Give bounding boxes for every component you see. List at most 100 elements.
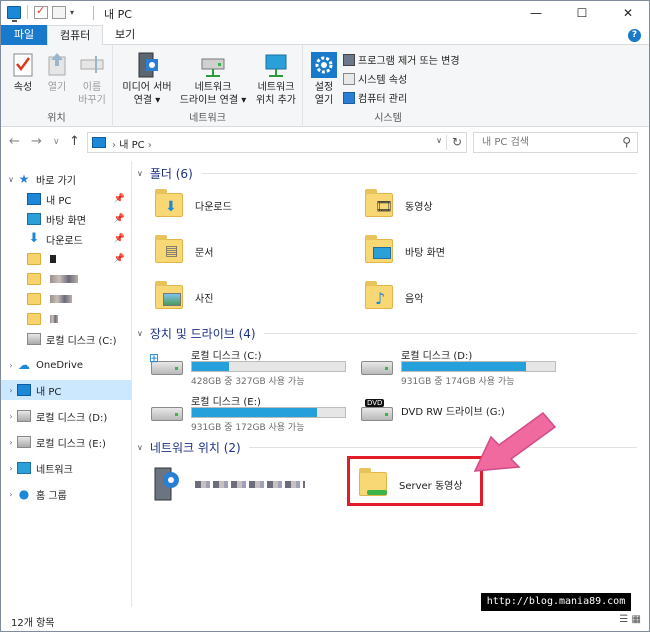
drive-item-c[interactable]: ⊞ 로컬 디스크 (C:) 428GB 중 327GB 사용 가능 — [149, 345, 346, 387]
folder-icon — [27, 293, 41, 305]
computer-management-button[interactable]: 컴퓨터 관리 — [343, 90, 407, 105]
open-settings-button[interactable]: 설정 열기 — [307, 51, 341, 107]
sidebar-item-disk-c[interactable]: 로컬 디스크 (C:) — [1, 329, 131, 349]
sidebar-item-folder[interactable] — [1, 269, 131, 289]
folder-item-music[interactable]: ♪ 음악 — [363, 277, 563, 317]
uninstall-label: 프로그램 제거 또는 변경 — [358, 56, 460, 67]
folder-icon — [27, 313, 41, 325]
back-arrow-icon[interactable]: ← — [9, 134, 20, 149]
network-drive-icon — [199, 51, 227, 79]
collapse-icon[interactable]: ∨ — [137, 443, 143, 452]
content-pane: ∨ 폴더 (6) ⬇ 다운로드 🎞 동영상 ▤ 문서 바탕 화면 사진 ♪ 음악 — [133, 157, 649, 607]
expand-icon[interactable]: › — [5, 361, 17, 370]
refresh-icon[interactable]: ↻ — [452, 135, 462, 149]
folder-icon — [27, 253, 41, 265]
sidebar-item-desktop[interactable]: 바탕 화면 📌 — [1, 209, 131, 229]
ribbon-group-system: 설정 열기 프로그램 제거 또는 변경 시스템 속성 컴퓨터 관리 시스템 — [303, 45, 473, 127]
programs-icon — [343, 53, 355, 66]
media-server-label-1: 미디어 서버 — [122, 82, 172, 93]
properties-label: 속성 — [13, 82, 33, 93]
search-box[interactable]: ⚲ — [473, 132, 638, 153]
expand-icon[interactable]: › — [5, 412, 17, 421]
minimize-button[interactable]: — — [513, 1, 559, 25]
highlight-box — [347, 456, 483, 506]
collapse-icon[interactable]: ∨ — [137, 329, 143, 338]
drive-item-d[interactable]: 로컬 디스크 (D:) 931GB 중 174GB 사용 가능 — [359, 345, 556, 387]
sidebar-item-disk-e[interactable]: › 로컬 디스크 (E:) — [1, 432, 131, 452]
uninstall-program-button[interactable]: 프로그램 제거 또는 변경 — [343, 52, 460, 67]
sidebar-item-downloads[interactable]: ⬇ 다운로드 📌 — [1, 229, 131, 249]
tab-view[interactable]: 보기 — [103, 25, 147, 45]
sidebar-item-folder[interactable] — [1, 309, 131, 329]
properties-icon[interactable] — [34, 4, 48, 19]
sidebar-item-onedrive[interactable]: › ☁ OneDrive — [1, 355, 131, 375]
expand-icon[interactable]: › — [5, 490, 17, 499]
sidebar-item-quick-access[interactable]: ∨ ★ 바로 가기 — [1, 169, 131, 189]
expand-icon[interactable]: › — [5, 438, 17, 447]
title-bar: ▾ 내 PC — ☐ ✕ — [1, 1, 649, 25]
maximize-button[interactable]: ☐ — [559, 1, 605, 25]
view-toggle-icons[interactable]: ☰ ▦ — [619, 614, 641, 625]
folder-item-desktop[interactable]: 바탕 화면 — [363, 231, 563, 271]
sidebar-item-disk-d[interactable]: › 로컬 디스크 (D:) — [1, 406, 131, 426]
up-arrow-icon[interactable]: ↑ — [69, 134, 80, 149]
recent-locations-icon[interactable]: ∨ — [53, 137, 60, 147]
sidebar-item-label: 바탕 화면 — [46, 215, 86, 227]
section-header-drives[interactable]: ∨ 장치 및 드라이브 (4) — [137, 325, 637, 342]
system-properties-icon — [343, 72, 355, 85]
breadcrumb[interactable]: › 내 PC › — [112, 136, 152, 151]
sidebar-item-folder[interactable] — [1, 289, 131, 309]
tab-computer[interactable]: 컴퓨터 — [47, 25, 104, 46]
folder-item-downloads[interactable]: ⬇ 다운로드 — [153, 185, 353, 225]
customize-qat-icon[interactable]: ▾ — [70, 8, 74, 17]
drive-item-e[interactable]: 로컬 디스크 (E:) 931GB 중 172GB 사용 가능 — [149, 391, 346, 433]
folder-item-pictures[interactable]: 사진 — [153, 277, 353, 317]
navigation-pane: ∨ ★ 바로 가기 내 PC 📌 바탕 화면 📌 ⬇ 다운로드 📌 📌 로컬 디… — [1, 161, 132, 607]
add-network-location-button[interactable]: 네트워크 위치 추가 — [251, 51, 301, 107]
pin-icon: 📌 — [113, 214, 125, 224]
address-bar[interactable]: › 내 PC › ∨ ↻ — [87, 132, 467, 153]
map-drive-button[interactable]: 네트워크 드라이브 연결 ▾ — [177, 51, 249, 107]
close-button[interactable]: ✕ — [605, 1, 650, 25]
forward-arrow-icon[interactable]: → — [31, 134, 42, 149]
search-input[interactable] — [482, 134, 612, 151]
sidebar-item-label: 다운로드 — [46, 235, 83, 247]
collapse-icon[interactable]: ∨ — [5, 175, 17, 184]
open-icon — [43, 51, 71, 79]
open-button[interactable]: 열기 — [43, 51, 71, 94]
desktop-folder-icon — [363, 235, 397, 267]
pin-icon: 📌 — [113, 234, 125, 244]
network-location-item[interactable] — [149, 459, 349, 509]
pointer-arrow-icon — [473, 411, 557, 472]
folder-label: 다운로드 — [195, 201, 232, 213]
sidebar-item-this-pc-pinned[interactable]: 내 PC 📌 — [1, 189, 131, 209]
divider — [200, 173, 637, 174]
sidebar-item-folder[interactable]: 📌 — [1, 249, 131, 269]
system-properties-button[interactable]: 시스템 속성 — [343, 71, 407, 86]
properties-button[interactable]: 속성 — [9, 51, 37, 94]
folder-item-videos[interactable]: 🎞 동영상 — [363, 185, 563, 225]
section-header-network[interactable]: ∨ 네트워크 위치 (2) — [137, 439, 637, 456]
new-folder-icon[interactable] — [52, 5, 66, 19]
help-icon[interactable]: ? — [628, 29, 641, 42]
section-header-folders[interactable]: ∨ 폴더 (6) — [137, 165, 637, 182]
sidebar-item-network[interactable]: › 네트워크 — [1, 458, 131, 478]
sidebar-item-this-pc[interactable]: › 내 PC — [1, 380, 131, 400]
expand-icon[interactable]: › — [5, 386, 17, 395]
collapse-icon[interactable]: ∨ — [137, 169, 143, 178]
folder-item-documents[interactable]: ▤ 문서 — [153, 231, 353, 271]
watermark: http://blog.mania89.com — [481, 593, 631, 611]
sidebar-item-homegroup[interactable]: › ● 홈 그룹 — [1, 484, 131, 504]
ribbon-tabs: 파일 컴퓨터 보기 ∨ — [1, 25, 649, 62]
rename-label-1: 이름 — [82, 82, 102, 93]
documents-folder-icon: ▤ — [153, 235, 187, 267]
expand-icon[interactable]: › — [5, 464, 17, 473]
address-history-icon[interactable]: ∨ — [436, 136, 442, 145]
media-server-button[interactable]: 미디어 서버 연결 ▾ — [117, 51, 177, 107]
computer-management-icon — [343, 91, 355, 104]
rename-icon — [78, 51, 106, 79]
rename-button[interactable]: 이름 바꾸기 — [73, 51, 111, 107]
tab-file[interactable]: 파일 — [1, 25, 47, 45]
breadcrumb-label: 내 PC — [119, 140, 145, 151]
pin-icon: 📌 — [113, 194, 125, 204]
